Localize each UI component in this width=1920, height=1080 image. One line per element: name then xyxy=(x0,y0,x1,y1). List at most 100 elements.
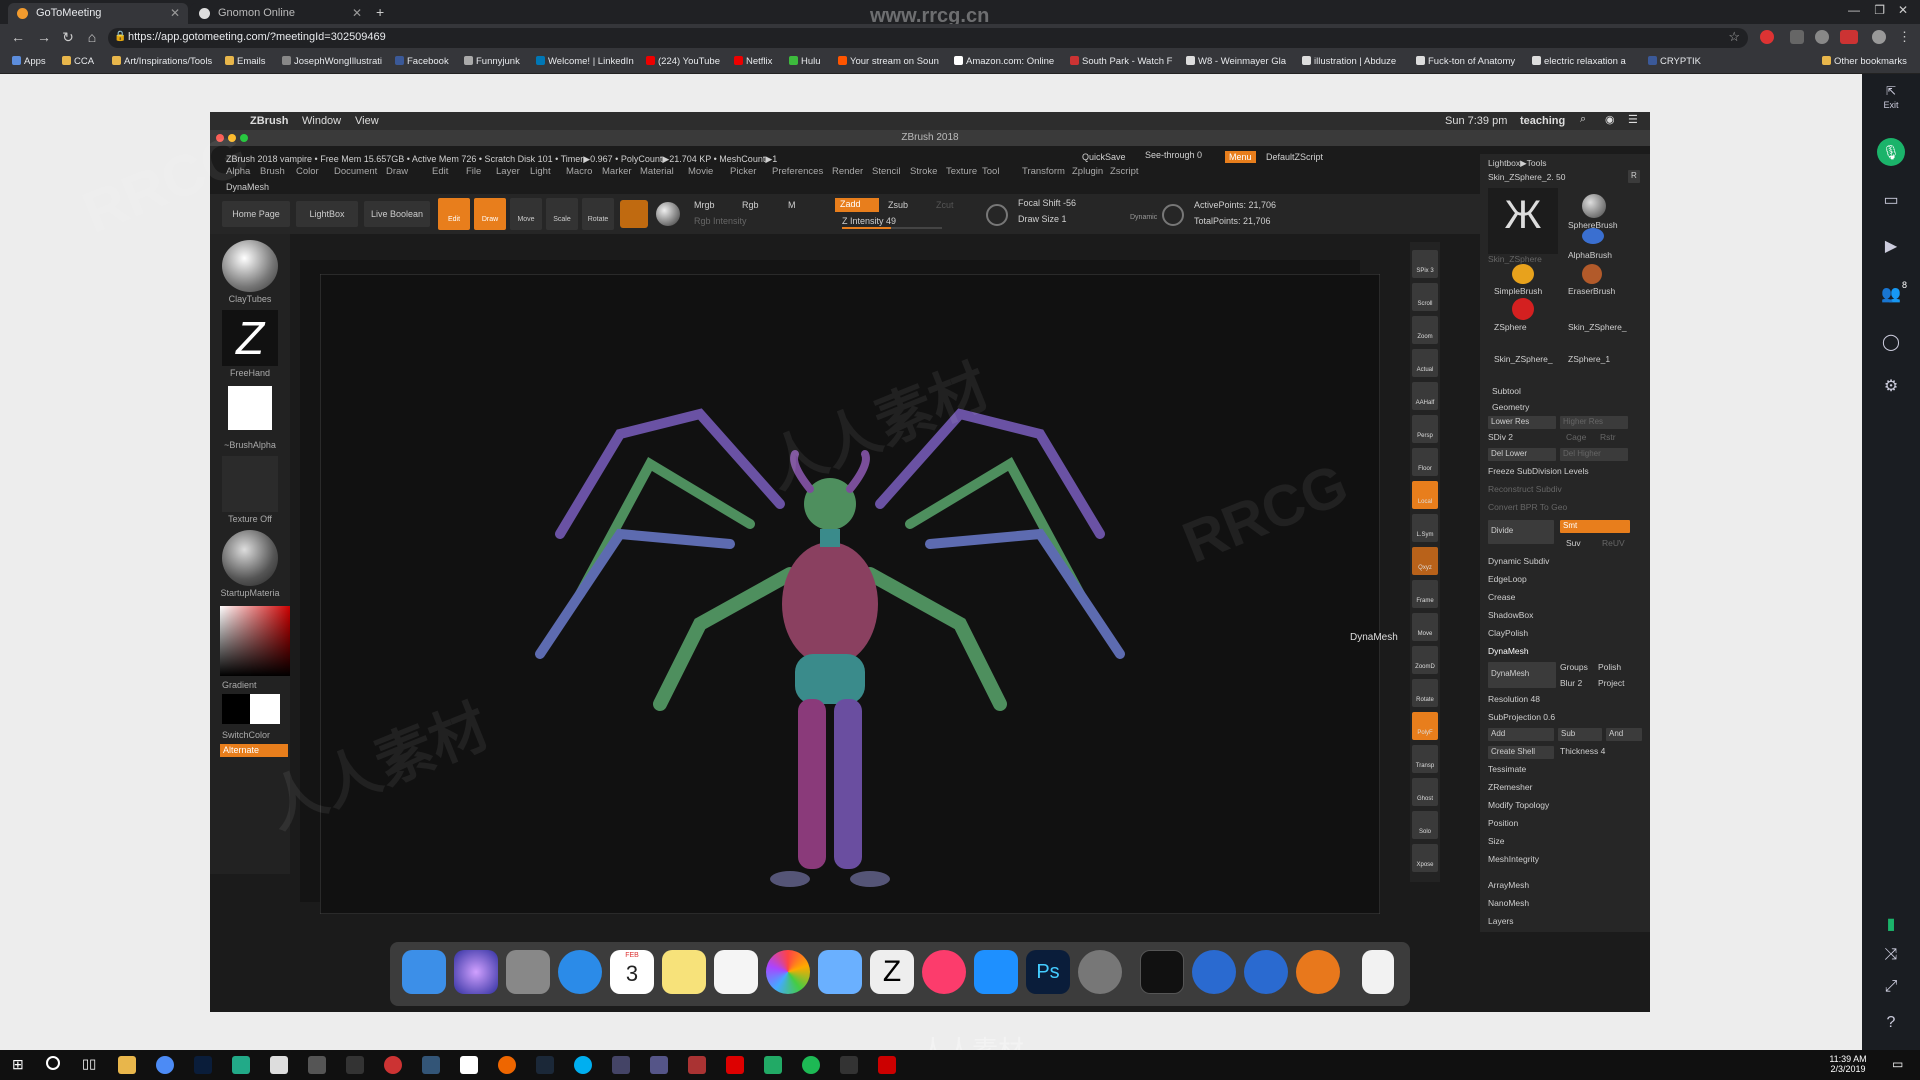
bookmark-item[interactable]: Your stream on Soun xyxy=(838,56,939,67)
zadd-button[interactable]: Zadd xyxy=(835,198,879,212)
bookmark-item[interactable]: electric relaxation a xyxy=(1532,56,1626,67)
bookmark-item[interactable]: W8 - Weinmayer Gla xyxy=(1186,56,1286,67)
default-zscript[interactable]: DefaultZScript xyxy=(1266,152,1323,162)
app-icon[interactable] xyxy=(1192,950,1236,994)
bookmark-item[interactable]: Funnyjunk xyxy=(464,56,520,67)
clay-tubes-brush-icon[interactable] xyxy=(222,240,278,292)
app-taskbar-icon[interactable] xyxy=(688,1056,706,1074)
create-shell-button[interactable]: Create Shell xyxy=(1488,746,1554,759)
z-intensity-track[interactable] xyxy=(842,227,942,229)
keynote-icon[interactable] xyxy=(818,950,862,994)
crease-header[interactable]: Crease xyxy=(1488,592,1515,602)
alternate-button[interactable]: Alternate xyxy=(220,744,288,757)
divide-button[interactable]: Divide xyxy=(1488,520,1554,544)
app-taskbar-icon[interactable] xyxy=(498,1056,516,1074)
chat-icon[interactable]: ◯ xyxy=(1862,332,1920,352)
layers-header[interactable]: Layers xyxy=(1488,916,1514,926)
zbrush-menu-movie[interactable]: Movie xyxy=(688,166,713,177)
polish-toggle[interactable]: Polish xyxy=(1598,662,1621,672)
star-icon[interactable]: ☆ xyxy=(1728,29,1740,45)
shelf-qxyz-button[interactable]: Qxyz xyxy=(1412,547,1438,575)
mrgb-button[interactable]: Mrgb xyxy=(694,200,715,210)
shelf-zoomd-button[interactable]: ZoomD xyxy=(1412,646,1438,674)
reuv-button[interactable]: ReUV xyxy=(1602,538,1625,548)
bookmark-item[interactable]: Facebook xyxy=(395,56,449,67)
reminders-icon[interactable] xyxy=(714,950,758,994)
minimize-dot[interactable] xyxy=(228,134,236,142)
rotate-mode-button[interactable]: Rotate xyxy=(582,198,614,230)
bookmark-item[interactable]: CCA xyxy=(62,56,94,67)
simple-brush-icon[interactable] xyxy=(1512,264,1534,284)
notification-center-icon[interactable]: ▭ xyxy=(1892,1057,1903,1071)
rgb-button[interactable]: Rgb xyxy=(742,200,759,210)
lightbox-button[interactable]: LightBox xyxy=(296,201,358,227)
app-icon[interactable] xyxy=(1296,950,1340,994)
convert-bpr-button[interactable]: Convert BPR To Geo xyxy=(1488,502,1567,512)
bookmark-item[interactable]: South Park - Watch F xyxy=(1070,56,1172,67)
maximize-button[interactable]: ❐ xyxy=(1874,3,1885,17)
search-icon[interactable] xyxy=(46,1056,60,1070)
geometry-header[interactable]: Geometry xyxy=(1492,402,1529,412)
shelf-solo-button[interactable]: Solo xyxy=(1412,811,1438,839)
chrome-icon[interactable] xyxy=(156,1056,174,1074)
home-icon[interactable]: ⌂ xyxy=(84,29,100,45)
app-taskbar-icon[interactable] xyxy=(422,1056,440,1074)
bookmark-item[interactable]: JosephWongIllustrati xyxy=(282,56,382,67)
zsub-button[interactable]: Zsub xyxy=(888,200,908,210)
zbrush-menu-light[interactable]: Light xyxy=(530,166,551,177)
siri-icon[interactable] xyxy=(454,950,498,994)
see-through-slider[interactable]: See-through 0 xyxy=(1145,150,1202,160)
tab-gotomeeting[interactable]: GoToMeeting ✕ xyxy=(8,3,188,24)
shelf-persp-button[interactable]: Persp xyxy=(1412,415,1438,443)
lower-res-button[interactable]: Lower Res xyxy=(1488,416,1556,429)
close-tab-icon[interactable]: ✕ xyxy=(170,6,180,20)
zbrush-menu-stroke[interactable]: Stroke xyxy=(910,166,937,177)
app-taskbar-icon[interactable] xyxy=(460,1056,478,1074)
document-icon[interactable] xyxy=(1362,950,1394,994)
gear-icon[interactable]: ⚙ xyxy=(1862,376,1920,396)
shelf-zoom-button[interactable]: Zoom xyxy=(1412,316,1438,344)
shelf-transp-button[interactable]: Transp xyxy=(1412,745,1438,773)
zbrush-menu-layer[interactable]: Layer xyxy=(496,166,520,177)
zsphere-icon[interactable] xyxy=(1512,298,1534,320)
profile-avatar[interactable] xyxy=(1872,30,1886,44)
move-mode-button[interactable]: Move xyxy=(510,198,542,230)
zbrush-menu-document[interactable]: Document xyxy=(334,166,377,177)
eraser-brush-icon[interactable] xyxy=(1582,264,1602,284)
minimize-button[interactable]: — xyxy=(1848,3,1860,17)
edgeloop-header[interactable]: EdgeLoop xyxy=(1488,574,1527,584)
zoom-dot[interactable] xyxy=(240,134,248,142)
microphone-button[interactable]: 🎙 xyxy=(1877,138,1905,166)
safari-icon[interactable] xyxy=(558,950,602,994)
music-icon[interactable] xyxy=(922,950,966,994)
shelf-scroll-button[interactable]: Scroll xyxy=(1412,283,1438,311)
zbrush-menu-alpha[interactable]: Alpha xyxy=(226,166,250,177)
zbrush-menu-texture[interactable]: Texture xyxy=(946,166,977,177)
zbrush-menu-transform[interactable]: Transform xyxy=(1022,166,1065,177)
shelf-floor-button[interactable]: Floor xyxy=(1412,448,1438,476)
back-icon[interactable]: ← xyxy=(10,29,26,45)
current-tool-name[interactable]: Skin_ZSphere_2. 50 xyxy=(1488,172,1566,182)
subprojection-slider[interactable]: SubProjection 0.6 xyxy=(1488,712,1555,722)
app-menu[interactable]: ZBrush xyxy=(250,115,289,127)
alpha-brush-icon[interactable] xyxy=(1582,228,1604,244)
forward-icon[interactable]: → xyxy=(36,29,52,45)
switch-color-label[interactable]: SwitchColor xyxy=(210,730,290,740)
dynamesh-button[interactable]: DynaMesh xyxy=(1488,662,1556,688)
zbrush-menu-render[interactable]: Render xyxy=(832,166,863,177)
bookmark-item[interactable]: Emails xyxy=(225,56,266,67)
material-sphere-icon[interactable] xyxy=(222,530,278,586)
close-tab-icon[interactable]: ✕ xyxy=(352,6,362,20)
bookmark-item[interactable]: Art/Inspirations/Tools xyxy=(112,56,212,67)
attendees-icon[interactable]: 👥 xyxy=(1862,284,1920,304)
siri-icon[interactable]: ◉ xyxy=(1605,113,1615,126)
zbrush-taskbar-icon[interactable] xyxy=(270,1056,288,1074)
rgb-intensity-slider[interactable]: Rgb Intensity xyxy=(694,216,747,226)
quicksave-button[interactable]: QuickSave xyxy=(1082,152,1126,162)
groups-toggle[interactable]: Groups xyxy=(1560,662,1588,672)
higher-res-button[interactable]: Higher Res xyxy=(1560,416,1628,429)
zbrush-menu-marker[interactable]: Marker xyxy=(602,166,632,177)
zbrush-app-icon[interactable]: Z xyxy=(870,950,914,994)
app-taskbar-icon[interactable] xyxy=(840,1056,858,1074)
zbrush-menu-edit[interactable]: Edit xyxy=(432,166,448,177)
